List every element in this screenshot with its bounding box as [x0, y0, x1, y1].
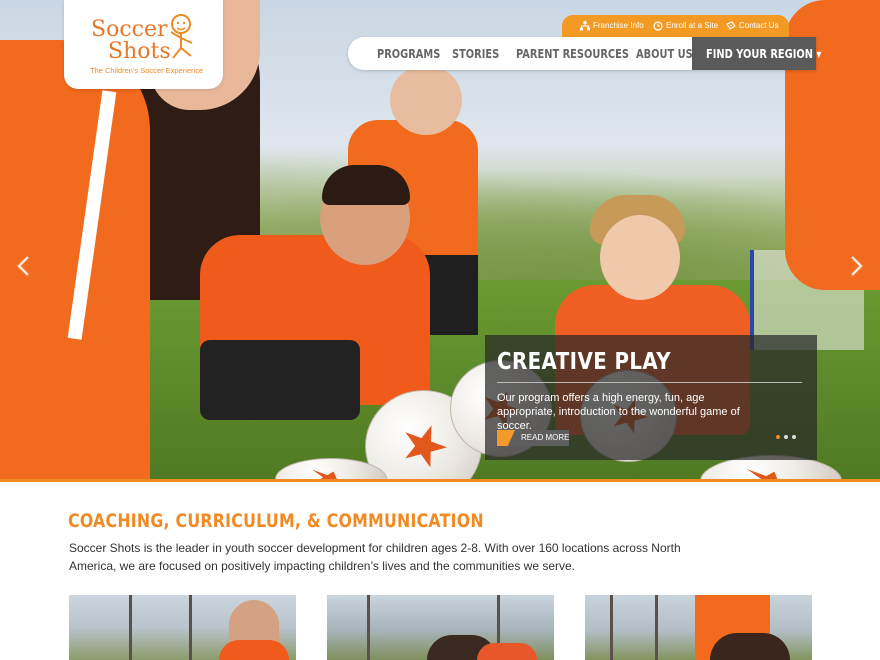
- section-headline: COACHING, CURRICULUM, & COMMUNICATION: [68, 510, 484, 532]
- site-logo[interactable]: Soccer Shots The Children's Soccer Exper…: [64, 0, 223, 89]
- mascot-icon: [170, 14, 193, 59]
- read-more-tab-icon: [497, 430, 515, 446]
- child-head: [710, 633, 790, 660]
- logo-word-soccer: Soccer: [91, 17, 168, 42]
- find-region-label: FIND YOUR REGION ▾: [706, 47, 822, 61]
- slide-dot-2[interactable]: [784, 435, 788, 439]
- feature-image-communication[interactable]: [585, 595, 812, 660]
- utility-bar: Franchise Info Enroll at a Site Contact …: [562, 15, 789, 37]
- find-region-dropdown[interactable]: FIND YOUR REGION ▾: [692, 37, 821, 70]
- logo-word-shots: Shots: [108, 39, 171, 64]
- slide-caption: CREATIVE PLAY Our program offers a high …: [485, 335, 817, 460]
- read-more-button[interactable]: READ MORE: [497, 430, 569, 446]
- slide-pager: [776, 435, 806, 443]
- child-shirt: [477, 643, 537, 660]
- accent-divider: [0, 479, 880, 482]
- chevron-right-icon[interactable]: [846, 254, 866, 278]
- chevron-left-icon[interactable]: [14, 254, 34, 278]
- section-intro: Soccer Shots is the leader in youth socc…: [69, 541, 681, 573]
- contact-label: Contact Us: [739, 21, 779, 30]
- child-boy-hair: [322, 165, 410, 205]
- tree-trunk: [367, 595, 370, 660]
- slide-title: CREATIVE PLAY: [497, 349, 672, 375]
- slide-description: Our program offers a high energy, fun, a…: [497, 392, 740, 432]
- org-chart-icon: [580, 21, 590, 31]
- child-boy-shorts: [200, 340, 360, 420]
- clock-icon: [653, 21, 663, 31]
- read-more-label: READ MORE: [521, 433, 570, 442]
- child-girl-head: [600, 215, 680, 300]
- feature-image-curriculum[interactable]: [327, 595, 554, 660]
- coach-shirt: [219, 640, 289, 660]
- main-nav: PROGRAMS STORIES PARENT RESOURCES ABOUT …: [348, 37, 821, 70]
- tree-trunk: [189, 595, 192, 660]
- tree-trunk: [655, 595, 658, 660]
- feature-image-coaching[interactable]: [69, 595, 296, 660]
- ticket-icon: [726, 21, 736, 30]
- enroll-label: Enroll at a Site: [666, 21, 719, 30]
- slide-dot-3[interactable]: [792, 435, 796, 439]
- franchise-info-label: Franchise Info: [593, 21, 644, 30]
- nav-parent-resources[interactable]: PARENT RESOURCES: [516, 47, 629, 61]
- nav-about-us[interactable]: ABOUT US: [636, 47, 693, 61]
- child-standing-head: [390, 65, 462, 135]
- tree-trunk: [610, 595, 613, 660]
- slide-dot-1[interactable]: [776, 435, 780, 439]
- caption-divider: [497, 382, 802, 383]
- nav-stories[interactable]: STORIES: [452, 47, 499, 61]
- tree-trunk: [129, 595, 132, 660]
- nav-programs[interactable]: PROGRAMS: [377, 47, 440, 61]
- logo-tagline: The Children's Soccer Experience: [90, 66, 204, 75]
